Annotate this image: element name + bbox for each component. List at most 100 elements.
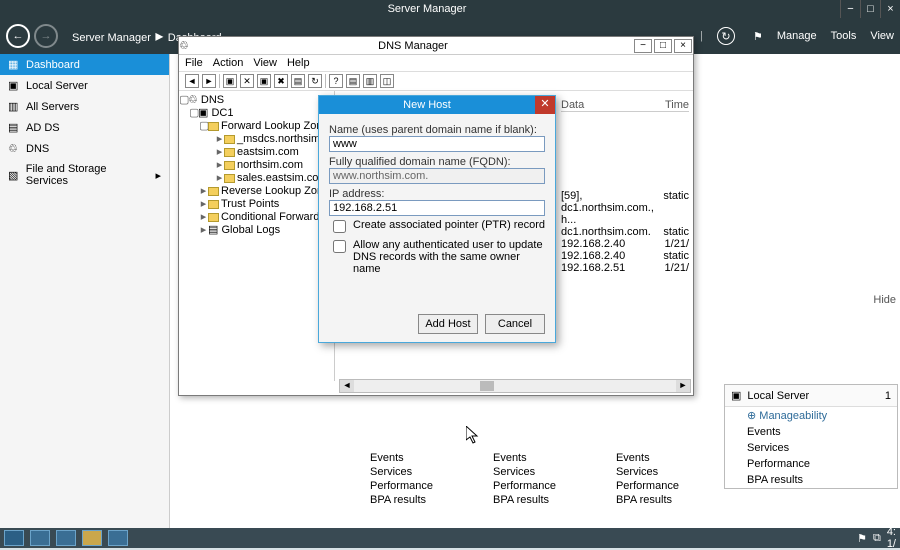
dns-toolbar: ◄ ► ▣ ✕ ▣ ✖ ▤ ↻ ? ▤ ▥ ◫ [179, 72, 693, 91]
sidebar-item-adds[interactable]: ▤AD DS [0, 117, 169, 138]
scroll-left-icon[interactable]: ◄ [340, 380, 354, 392]
maximize-icon[interactable]: □ [860, 0, 880, 18]
tree-cond-fwd[interactable]: ▸Conditional Forwarders [179, 210, 334, 223]
col-events[interactable]: Events [370, 452, 433, 464]
col-performance[interactable]: Performance [616, 480, 679, 492]
allow-update-checkbox[interactable] [333, 240, 346, 253]
name-input[interactable] [329, 136, 545, 152]
scroll-thumb[interactable] [480, 381, 494, 391]
menu-tools[interactable]: Tools [831, 30, 857, 42]
sidebar-item-all-servers[interactable]: ▥All Servers [0, 96, 169, 117]
list-icon[interactable]: ▤ [346, 74, 360, 88]
tile-columns: Events Services Performance BPA results … [370, 452, 900, 506]
dialog-close-button[interactable]: ✕ [535, 96, 555, 114]
col-bpa[interactable]: BPA results [370, 494, 433, 506]
tray-network-icon[interactable]: ⧉ [873, 532, 881, 545]
tree-flz[interactable]: ▢Forward Lookup Zones [179, 119, 334, 132]
col-events[interactable]: Events [493, 452, 556, 464]
menu-view[interactable]: View [253, 57, 277, 69]
col-events[interactable]: Events [616, 452, 679, 464]
cell-time: static [663, 190, 689, 226]
ptr-checkbox[interactable] [333, 220, 346, 233]
tree-zone-sales[interactable]: ▸sales.eastsim.com [179, 171, 334, 184]
sidebar-item-file-storage[interactable]: ▧File and Storage Services▸ [0, 159, 169, 191]
cell-data[interactable]: dc1.northsim.com. [561, 226, 663, 238]
filter-icon[interactable]: ▥ [363, 74, 377, 88]
scroll-right-icon[interactable]: ► [676, 380, 690, 392]
tree-trust-points[interactable]: ▸Trust Points [179, 197, 334, 210]
tray-flag-icon[interactable]: ⚑ [857, 532, 867, 545]
sidebar-item-label: All Servers [26, 101, 79, 113]
tile-count: 1 [885, 390, 891, 402]
tile-events[interactable]: Events [725, 424, 897, 440]
sidebar-item-dashboard[interactable]: ▦Dashboard [0, 54, 169, 75]
tree-server[interactable]: ▢▣ DC1 [179, 106, 334, 119]
menu-action[interactable]: Action [213, 57, 244, 69]
help-icon[interactable]: ? [329, 74, 343, 88]
ip-input[interactable] [329, 200, 545, 216]
tile-manageability[interactable]: ⊕ Manageability [725, 407, 897, 424]
fqdn-input [329, 168, 545, 184]
taskbar-explorer[interactable] [82, 530, 102, 546]
col-data[interactable]: Data [561, 99, 665, 111]
horizontal-scrollbar[interactable]: ◄ ► [339, 379, 691, 393]
copy-icon[interactable]: ▣ [257, 74, 271, 88]
server-icon: ▣ [731, 389, 741, 402]
close-icon[interactable]: × [880, 0, 900, 18]
menu-view[interactable]: View [870, 30, 894, 42]
minimize-icon[interactable]: − [840, 0, 860, 18]
tree-rlz[interactable]: ▸Reverse Lookup Zones [179, 184, 334, 197]
flag-icon[interactable]: ⚑ [753, 30, 763, 43]
tree-zone-eastsim[interactable]: ▸eastsim.com [179, 145, 334, 158]
tile-title: Local Server [747, 390, 809, 402]
col-bpa[interactable]: BPA results [493, 494, 556, 506]
tree-zone-northsim[interactable]: ▸northsim.com [179, 158, 334, 171]
cell-data[interactable]: 192.168.2.40 [561, 238, 665, 250]
forward-icon[interactable]: ► [202, 74, 216, 88]
tray-time[interactable]: 4:1/ [887, 526, 896, 550]
back-button[interactable]: ← [6, 24, 30, 48]
refresh-icon[interactable]: ↻ [308, 74, 322, 88]
tree-global-logs[interactable]: ▸▤ Global Logs [179, 223, 334, 236]
cancel-button[interactable]: Cancel [485, 314, 545, 334]
server-manager-title: Server Manager [14, 0, 840, 18]
maximize-button[interactable]: □ [654, 39, 672, 53]
prop-icon[interactable]: ▤ [291, 74, 305, 88]
allow-update-label: Allow any authenticated user to update D… [353, 239, 545, 275]
folder-icon [224, 148, 235, 157]
col-performance[interactable]: Performance [493, 480, 556, 492]
new-icon[interactable]: ◫ [380, 74, 394, 88]
menu-help[interactable]: Help [287, 57, 310, 69]
cut-icon[interactable]: ✕ [240, 74, 254, 88]
close-button[interactable]: × [674, 39, 692, 53]
col-services[interactable]: Services [370, 466, 433, 478]
col-services[interactable]: Services [616, 466, 679, 478]
folder-icon [224, 161, 235, 170]
server-manager-titlebar: Server Manager − □ × [0, 0, 900, 18]
col-performance[interactable]: Performance [370, 480, 433, 492]
taskbar-dns-manager[interactable] [108, 530, 128, 546]
start-button[interactable] [4, 530, 24, 546]
col-services[interactable]: Services [493, 466, 556, 478]
sidebar-item-dns[interactable]: ♲DNS [0, 138, 169, 159]
tree-dns-root[interactable]: ▢♲ DNS [179, 93, 334, 106]
tree-zone-msdcs[interactable]: ▸_msdcs.northsim.com [179, 132, 334, 145]
add-host-button[interactable]: Add Host [418, 314, 478, 334]
delete-icon[interactable]: ✖ [274, 74, 288, 88]
sidebar-item-local-server[interactable]: ▣Local Server [0, 75, 169, 96]
hide-link[interactable]: Hide [873, 294, 896, 306]
up-icon[interactable]: ▣ [223, 74, 237, 88]
refresh-icon[interactable]: ↻ [717, 27, 735, 45]
taskbar-server-manager[interactable] [30, 530, 50, 546]
cell-data[interactable]: 192.168.2.40 [561, 250, 663, 262]
menu-file[interactable]: File [185, 57, 203, 69]
server-icon: ▣ [8, 79, 20, 92]
col-time[interactable]: Time [665, 99, 689, 111]
minimize-button[interactable]: − [634, 39, 652, 53]
menu-manage[interactable]: Manage [777, 30, 817, 42]
col-bpa[interactable]: BPA results [616, 494, 679, 506]
back-icon[interactable]: ◄ [185, 74, 199, 88]
cell-data[interactable]: [59], dc1.northsim.com., h... [561, 190, 663, 226]
cell-data[interactable]: 192.168.2.51 [561, 262, 665, 274]
taskbar-powershell[interactable] [56, 530, 76, 546]
